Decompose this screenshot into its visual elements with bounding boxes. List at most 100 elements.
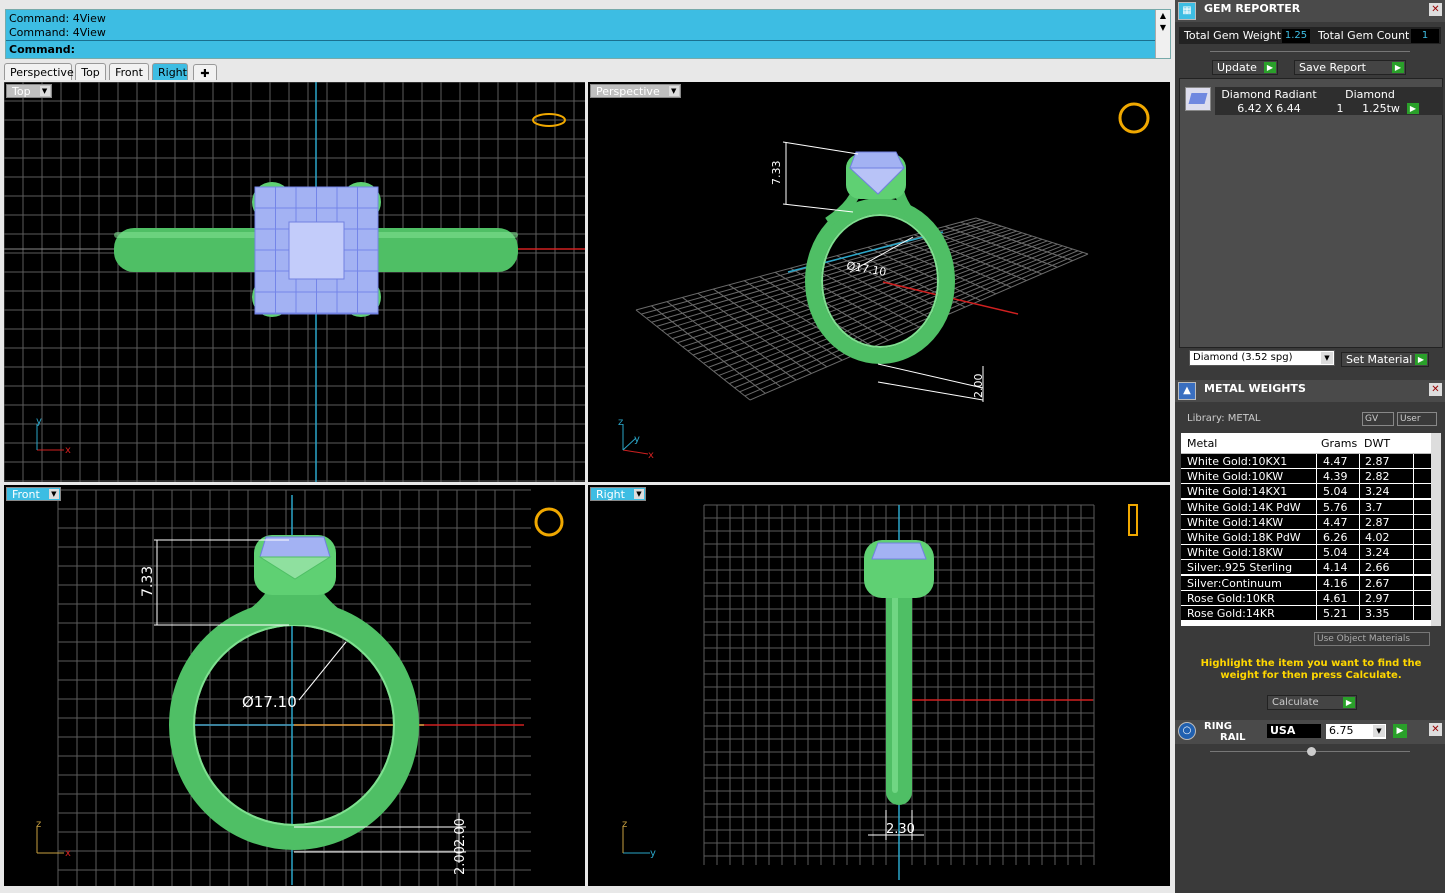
metal-name: Silver:Continuum — [1187, 576, 1282, 590]
total-gem-weight-value: 1.25 — [1282, 29, 1310, 43]
metal-row[interactable]: Silver:.925 Sterling 4.14 2.66 — [1181, 560, 1431, 576]
metal-name: White Gold:10KW — [1187, 470, 1284, 484]
gem-reporter-header: ▦ GEM REPORTER ✕ — [1175, 0, 1445, 22]
metal-name: Silver:.925 Sterling — [1187, 561, 1293, 575]
metal-name: Rose Gold:10KR — [1187, 591, 1275, 605]
viewport-label-front[interactable]: Front ▼ — [6, 487, 61, 501]
close-icon[interactable]: ✕ — [1429, 723, 1442, 736]
metal-grams: 4.61 — [1323, 591, 1348, 605]
viewport-perspective[interactable]: 7.33 Ø17.10 2.00 z y x Perspective ▼ — [588, 82, 1170, 482]
region-select[interactable]: USA — [1267, 724, 1321, 738]
material-select[interactable]: Diamond (3.52 spg) ▼ — [1189, 350, 1335, 366]
metal-dwt: 2.82 — [1365, 470, 1390, 484]
ring-size-select[interactable]: 6.75 ▼ — [1326, 724, 1386, 739]
metal-dwt: 3.24 — [1365, 485, 1390, 499]
gv-toggle[interactable]: GV — [1362, 412, 1394, 426]
column-header-metal[interactable]: Metal — [1187, 437, 1217, 450]
ring-rail-title-1: RING — [1204, 721, 1232, 732]
close-icon[interactable]: ✕ — [1429, 383, 1442, 396]
chevron-down-icon[interactable]: ▼ — [48, 489, 59, 499]
gem-name: Diamond Radiant — [1221, 88, 1317, 101]
viewport-top[interactable]: x y Top ▼ — [4, 82, 585, 482]
play-icon[interactable]: ▶ — [1407, 103, 1419, 114]
top-view-canvas: x y — [4, 82, 585, 482]
viewport-label-top[interactable]: Top ▼ — [6, 84, 52, 98]
gem-row[interactable]: Diamond Radiant 6.42 X 6.44 Diamond 1 1.… — [1185, 83, 1443, 115]
viewport-label-right[interactable]: Right ▼ — [590, 487, 646, 501]
dim-width-label: 2.00 — [972, 374, 985, 399]
tab-perspective[interactable]: Perspective — [4, 63, 74, 80]
metal-grams: 5.04 — [1323, 546, 1348, 560]
axis-z-label: z — [618, 417, 623, 428]
perspective-view-canvas: 7.33 Ø17.10 2.00 z y x — [618, 102, 1150, 461]
axis-z-label: z — [622, 819, 627, 830]
gem-count: 1 — [1336, 102, 1344, 115]
command-area[interactable]: Command: 4View Command: 4View Command: ▲… — [5, 9, 1171, 59]
total-gem-count-label: Total Gem Count — [1318, 29, 1410, 42]
tab-right[interactable]: Right — [152, 63, 188, 80]
set-material-button[interactable]: Set Material ▶ — [1341, 352, 1429, 367]
metal-row[interactable]: White Gold:14KX1 5.04 3.24 — [1181, 484, 1431, 500]
metal-row[interactable]: White Gold:10KX1 4.47 2.87 — [1181, 454, 1431, 469]
chevron-down-icon: ▼ — [1373, 725, 1385, 737]
metal-table-scrollbar[interactable] — [1431, 433, 1441, 626]
metal-row[interactable]: White Gold:14KW 4.47 2.87 — [1181, 514, 1431, 530]
metal-table[interactable]: Metal Grams DWT White Gold:10KX1 4.47 2.87… — [1181, 433, 1431, 626]
dim-height-label: 7.33 — [140, 566, 156, 597]
side-panel: ▦ GEM REPORTER ✕ Total Gem Weight 1.25 T… — [1175, 0, 1445, 893]
total-gem-weight-label: Total Gem Weight — [1184, 29, 1282, 42]
gem-list[interactable]: Diamond Radiant 6.42 X 6.44 Diamond 1 1.… — [1179, 78, 1443, 348]
metal-row[interactable]: White Gold:14K PdW 5.76 3.7 — [1181, 499, 1431, 515]
slider-handle[interactable] — [1307, 747, 1316, 756]
chevron-down-icon[interactable]: ▼ — [39, 86, 50, 96]
tab-top[interactable]: Top — [75, 63, 106, 80]
close-icon[interactable]: ✕ — [1429, 3, 1442, 16]
metal-row[interactable]: Rose Gold:10KR 4.61 2.97 — [1181, 590, 1431, 606]
chevron-down-icon[interactable]: ▼ — [633, 489, 644, 499]
user-toggle[interactable]: User — [1397, 412, 1437, 426]
column-header-grams[interactable]: Grams — [1321, 437, 1357, 450]
tab-front[interactable]: Front — [109, 63, 149, 80]
command-scrollbar[interactable]: ▲ ▼ — [1155, 10, 1170, 58]
ring-front-icon[interactable] — [534, 507, 564, 537]
axis-y-label: y — [36, 416, 42, 427]
calculate-button[interactable]: Calculate ▶ — [1267, 695, 1357, 710]
add-tab-icon[interactable]: ✚ — [193, 64, 217, 80]
metal-row[interactable]: Silver:Continuum 4.16 2.67 — [1181, 575, 1431, 591]
metal-name: White Gold:18K PdW — [1187, 531, 1301, 544]
metal-name: White Gold:14KW — [1187, 515, 1284, 529]
scroll-down-icon[interactable]: ▼ — [1156, 22, 1170, 34]
ring-rail-icon: ○ — [1178, 722, 1196, 740]
chevron-down-icon[interactable]: ▼ — [668, 86, 679, 96]
ring-rail-title-2: RAIL — [1220, 732, 1246, 743]
play-icon: ▶ — [1264, 62, 1276, 73]
chevron-down-icon: ▼ — [1321, 352, 1333, 364]
update-button[interactable]: Update ▶ — [1212, 60, 1278, 75]
command-history-line: Command: 4View — [9, 12, 106, 25]
metal-row[interactable]: White Gold:18K PdW 6.26 4.02 — [1181, 530, 1431, 545]
metal-row[interactable]: White Gold:18KW 5.04 3.24 — [1181, 545, 1431, 561]
metal-table-header: Metal Grams DWT — [1181, 433, 1431, 454]
use-object-materials-toggle[interactable]: Use Object Materials — [1314, 632, 1430, 646]
metal-row[interactable]: White Gold:10KW 4.39 2.82 — [1181, 469, 1431, 485]
metal-row[interactable]: Rose Gold:14KR 5.21 3.35 — [1181, 606, 1431, 621]
scroll-up-icon[interactable]: ▲ — [1156, 10, 1170, 22]
dim-height-label: 7.33 — [770, 161, 783, 186]
dim-band-label-2: 2.00 — [453, 846, 468, 875]
ring-band-side — [886, 585, 912, 805]
save-report-button[interactable]: Save Report ▶ — [1294, 60, 1406, 75]
viewport-right[interactable]: 2.30 z y Right ▼ — [588, 485, 1170, 886]
ring-perspective-icon[interactable] — [1118, 102, 1150, 134]
column-header-dwt[interactable]: DWT — [1364, 437, 1390, 450]
metal-grams: 4.47 — [1323, 455, 1348, 468]
metal-name: White Gold:14KX1 — [1187, 485, 1288, 499]
metal-dwt: 2.87 — [1365, 455, 1390, 468]
viewport-front[interactable]: 7.33 Ø17.10 2.00 2.00 z x Front ▼ — [4, 485, 585, 886]
gem-perspective — [849, 151, 905, 169]
metal-grams: 5.04 — [1323, 485, 1348, 499]
play-icon[interactable]: ▶ — [1393, 724, 1407, 738]
viewport-label-perspective[interactable]: Perspective ▼ — [590, 84, 681, 98]
metal-name: White Gold:10KX1 — [1187, 455, 1288, 468]
command-prompt[interactable]: Command: — [6, 40, 1156, 59]
ring-side-icon[interactable] — [1128, 504, 1138, 536]
